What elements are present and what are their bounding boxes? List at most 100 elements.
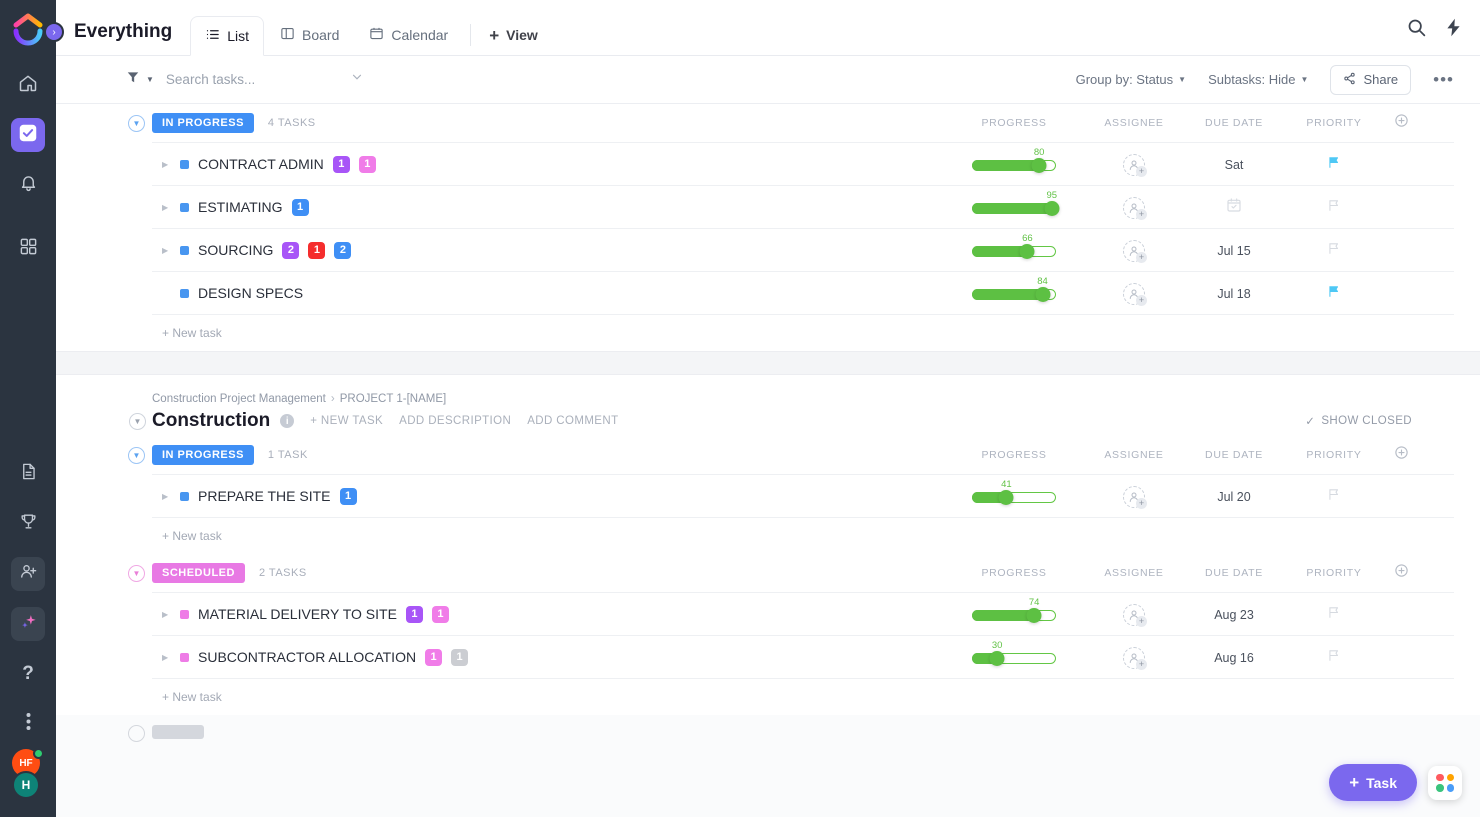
assignee-avatar-placeholder[interactable]: + (1123, 239, 1147, 263)
rail-item-dashboards[interactable] (11, 232, 45, 266)
progress-knob[interactable] (989, 650, 1005, 666)
assignee-cell[interactable]: + (1084, 593, 1184, 636)
group-collapse-icon[interactable]: ▼ (128, 564, 145, 582)
assignee-avatar-placeholder[interactable]: + (1123, 485, 1147, 509)
show-closed-button[interactable]: ✓ SHOW CLOSED (1305, 414, 1412, 428)
expand-caret-icon[interactable]: ▶ (162, 203, 171, 212)
progress-cell[interactable]: 66 (944, 229, 1084, 272)
clickup-logo[interactable] (10, 10, 46, 46)
due-date-cell[interactable]: Sat (1184, 143, 1284, 186)
new-task-button[interactable]: + New task (152, 518, 1454, 554)
priority-cell[interactable] (1284, 636, 1384, 679)
progress-slider[interactable]: 95 (972, 190, 1060, 216)
due-date-cell[interactable]: Jul 18 (1184, 272, 1284, 315)
due-date-empty-icon[interactable] (1226, 197, 1242, 218)
avatar-secondary[interactable]: H (12, 771, 40, 799)
rail-item-notifications[interactable] (11, 168, 45, 202)
priority-flag-icon[interactable] (1327, 155, 1341, 175)
expand-caret-icon[interactable]: ▶ (162, 653, 171, 662)
more-options-button[interactable]: ••• (1433, 70, 1454, 90)
assignee-avatar-placeholder[interactable]: + (1123, 282, 1147, 306)
add-assignee-icon[interactable]: + (1136, 497, 1147, 509)
subtask-badge[interactable]: 1 (291, 198, 309, 216)
group-collapse-icon[interactable]: ▼ (128, 446, 145, 464)
status-badge[interactable]: IN PROGRESS (152, 445, 254, 465)
progress-knob[interactable] (1026, 607, 1042, 623)
progress-slider[interactable]: 74 (972, 597, 1056, 623)
priority-flag-icon[interactable] (1327, 648, 1341, 668)
rail-item-ai[interactable] (11, 607, 45, 641)
assignee-avatar-placeholder[interactable]: + (1123, 646, 1147, 670)
table-row[interactable]: ▶ PREPARE THE SITE 1 41 + Jul 20 (152, 475, 1454, 518)
subtask-badge[interactable]: 1 (451, 648, 469, 666)
due-date-cell[interactable]: Jul 20 (1184, 475, 1284, 518)
table-row[interactable]: ▶ SUBCONTRACTOR ALLOCATION 1 1 30 + Aug 16 (152, 636, 1454, 679)
assignee-cell[interactable]: + (1084, 229, 1184, 272)
add-assignee-icon[interactable]: + (1136, 615, 1147, 627)
progress-knob[interactable] (1044, 200, 1060, 216)
progress-slider[interactable]: 30 (972, 640, 1056, 666)
progress-cell[interactable]: 41 (944, 475, 1084, 518)
progress-cell[interactable]: 74 (944, 593, 1084, 636)
add-assignee-icon[interactable]: + (1136, 251, 1147, 263)
expand-caret-icon[interactable]: ▶ (162, 246, 171, 255)
due-date-cell[interactable]: Jul 15 (1184, 229, 1284, 272)
priority-cell[interactable] (1284, 593, 1384, 636)
table-row[interactable]: ▶ SOURCING 2 1 2 66 + Jul 15 (152, 229, 1454, 272)
subtask-badge[interactable]: 1 (405, 605, 423, 623)
progress-knob[interactable] (998, 489, 1014, 505)
subtask-badge[interactable]: 2 (334, 241, 352, 259)
assignee-avatar-placeholder[interactable]: + (1123, 196, 1147, 220)
group-collapse-icon[interactable]: ▼ (128, 114, 145, 132)
share-button[interactable]: Share (1330, 64, 1412, 95)
table-row[interactable]: DESIGN SPECS 84 + Jul 18 (152, 272, 1454, 315)
assignee-avatar-placeholder[interactable]: + (1123, 603, 1147, 627)
assignee-cell[interactable]: + (1084, 475, 1184, 518)
breadcrumb-child[interactable]: PROJECT 1-[NAME] (340, 393, 447, 405)
subtask-badge[interactable]: 1 (339, 487, 357, 505)
collapse-icon[interactable] (128, 725, 145, 742)
rail-item-home[interactable] (11, 68, 45, 102)
due-date-cell[interactable] (1184, 186, 1284, 229)
list-action-1[interactable]: ADD DESCRIPTION (399, 415, 511, 427)
assignee-cell[interactable]: + (1084, 636, 1184, 679)
add-assignee-icon[interactable]: + (1136, 294, 1147, 306)
priority-cell[interactable] (1284, 143, 1384, 186)
priority-flag-icon[interactable] (1327, 198, 1341, 218)
progress-cell[interactable]: 84 (944, 272, 1084, 315)
list-collapse-icon[interactable]: ▼ (129, 413, 146, 430)
add-assignee-icon[interactable]: + (1136, 165, 1147, 177)
expand-caret-icon[interactable]: ▶ (162, 610, 171, 619)
subtasks-button[interactable]: Subtasks: Hide ▼ (1208, 72, 1308, 87)
progress-cell[interactable]: 95 (944, 186, 1084, 229)
assignee-cell[interactable]: + (1084, 143, 1184, 186)
priority-cell[interactable] (1284, 186, 1384, 229)
status-badge[interactable]: IN PROGRESS (152, 113, 254, 133)
subtask-badge[interactable]: 1 (332, 155, 350, 173)
add-column-button[interactable] (1384, 445, 1418, 465)
priority-cell[interactable] (1284, 475, 1384, 518)
priority-flag-icon[interactable] (1327, 284, 1341, 304)
assignee-cell[interactable]: + (1084, 186, 1184, 229)
rail-item-help[interactable]: ? (11, 657, 45, 691)
apps-grid-icon[interactable] (1428, 765, 1462, 800)
sidebar-expand-button[interactable]: › (44, 22, 64, 42)
rail-avatars[interactable]: HF H (10, 748, 46, 803)
rail-item-docs[interactable] (11, 457, 45, 491)
list-action-2[interactable]: ADD COMMENT (527, 415, 618, 427)
automations-button[interactable] (1443, 17, 1464, 43)
tab-calendar[interactable]: Calendar (355, 15, 462, 55)
priority-flag-icon[interactable] (1327, 487, 1341, 507)
subtask-badge[interactable]: 2 (282, 241, 300, 259)
group-by-button[interactable]: Group by: Status ▼ (1076, 72, 1186, 87)
subtask-badge[interactable]: 1 (431, 605, 449, 623)
info-icon[interactable]: i (280, 414, 295, 428)
tab-board[interactable]: Board (266, 15, 353, 55)
priority-cell[interactable] (1284, 229, 1384, 272)
add-assignee-icon[interactable]: + (1136, 208, 1147, 220)
search-options-chevron-icon[interactable] (350, 70, 364, 89)
add-column-button[interactable] (1384, 113, 1418, 133)
priority-cell[interactable] (1284, 272, 1384, 315)
priority-flag-icon[interactable] (1327, 605, 1341, 625)
add-view-button[interactable]: + View (479, 15, 552, 55)
